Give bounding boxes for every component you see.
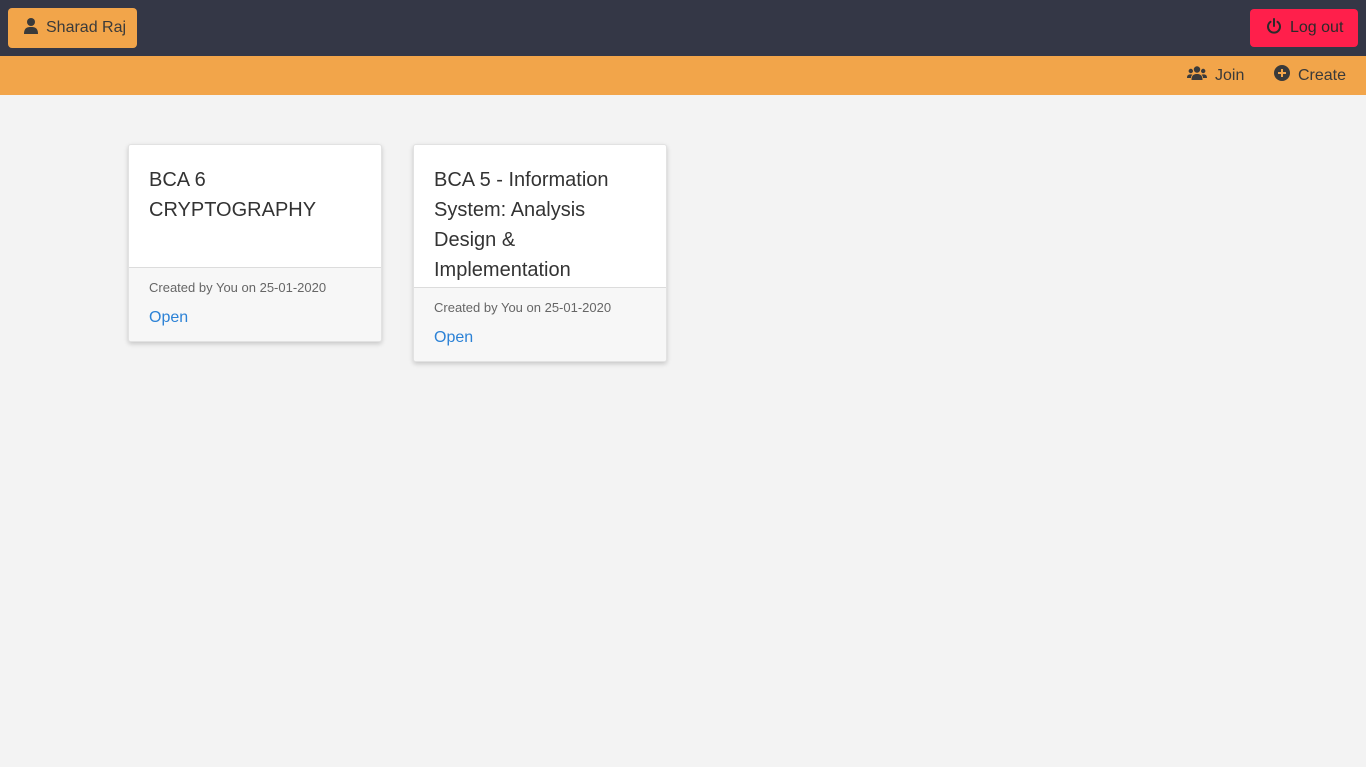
power-icon	[1266, 17, 1290, 39]
created-info: Created by You on 25-01-2020	[434, 300, 612, 315]
users-icon	[1187, 66, 1215, 85]
user-name: Sharad Raj	[46, 19, 127, 36]
create-button[interactable]: Create	[1274, 56, 1346, 95]
logout-label: Log out	[1290, 19, 1344, 36]
action-bar: Join Create	[0, 56, 1366, 95]
logout-button[interactable]: Log out	[1250, 9, 1358, 47]
card-footer: Created by You on 25-01-2020 Open	[414, 287, 666, 361]
class-card: BCA 6 CRYPTOGRAPHY Created by You on 25-…	[128, 144, 382, 342]
top-navbar: Sharad Raj Log out	[0, 0, 1366, 56]
create-label: Create	[1298, 66, 1347, 84]
created-info: Created by You on 25-01-2020	[149, 280, 327, 295]
class-title: BCA 5 - Information System: Analysis Des…	[434, 169, 609, 281]
plus-circle-icon	[1274, 65, 1298, 86]
open-class-link[interactable]: Open	[149, 309, 188, 327]
class-card: BCA 5 - Information System: Analysis Des…	[413, 144, 667, 362]
user-icon	[24, 17, 46, 39]
user-profile-button[interactable]: Sharad Raj	[8, 8, 137, 48]
card-footer: Created by You on 25-01-2020 Open	[129, 267, 381, 341]
open-class-link[interactable]: Open	[434, 329, 473, 347]
join-button[interactable]: Join	[1187, 56, 1244, 95]
class-title: BCA 6 CRYPTOGRAPHY	[149, 169, 317, 221]
join-label: Join	[1215, 66, 1245, 84]
